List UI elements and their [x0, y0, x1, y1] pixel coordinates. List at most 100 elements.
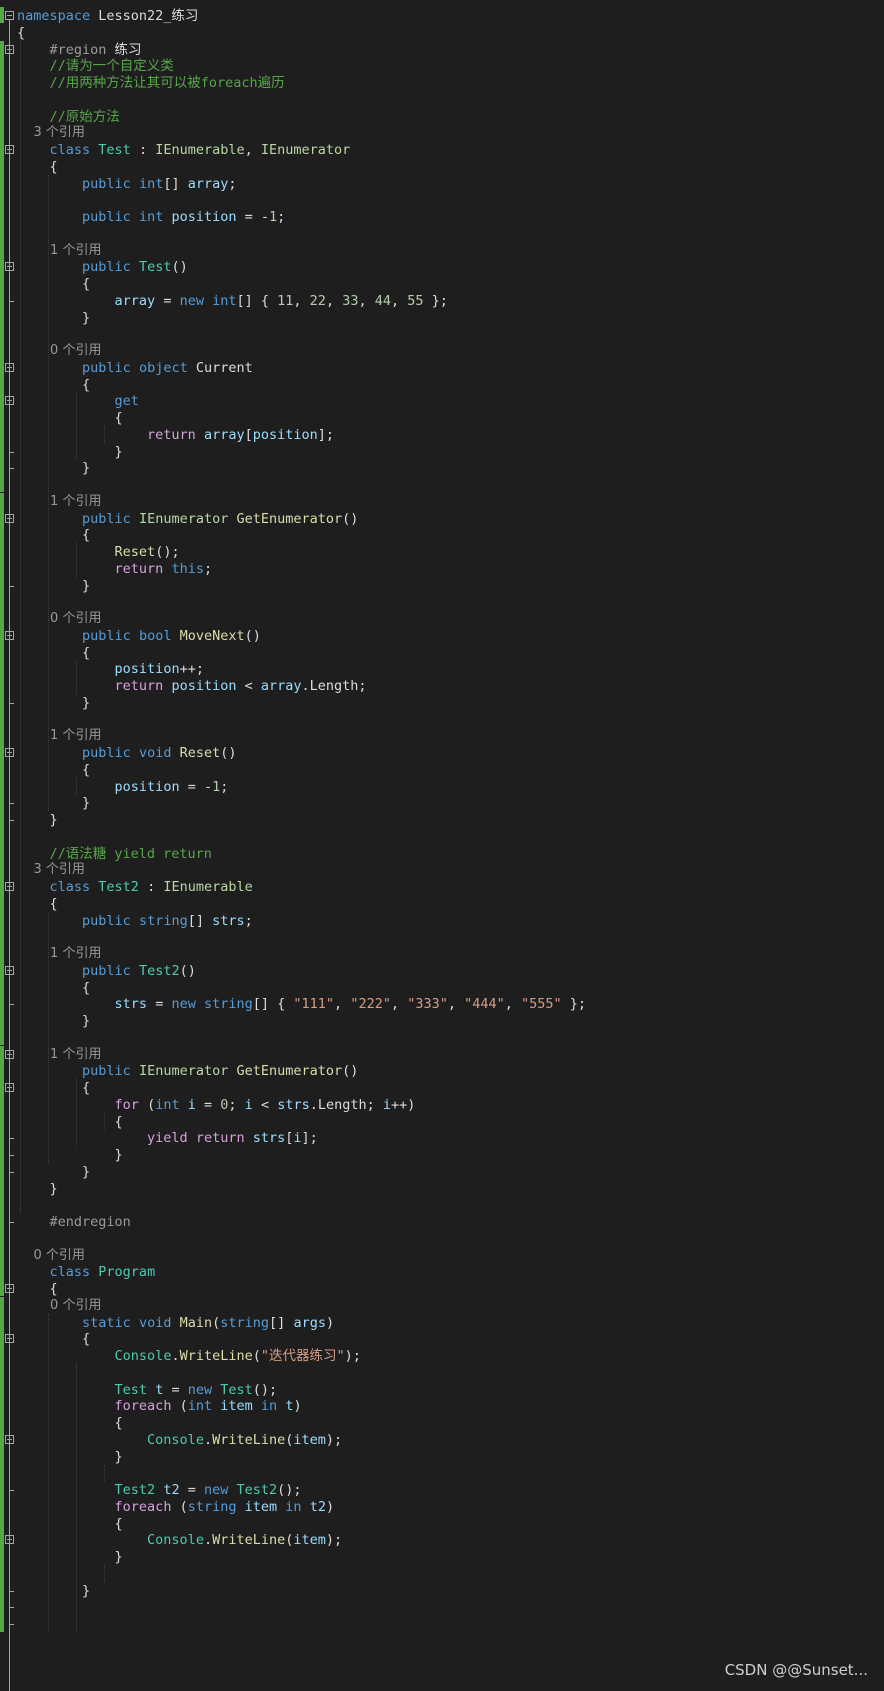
code-line[interactable]: public Test2()	[0, 962, 884, 980]
code-line[interactable]: //请为一个自定义类	[0, 57, 884, 75]
reference-count-lens[interactable]: 3 个引用	[17, 124, 85, 142]
code-line[interactable]: }	[0, 1448, 884, 1466]
code-line[interactable]: Test2 t2 = new Test2();	[0, 1481, 884, 1499]
code-line[interactable]: {	[0, 526, 884, 544]
code-line[interactable]: #region 练习	[0, 41, 884, 59]
code-line[interactable]: public void Reset()	[0, 744, 884, 762]
reference-count-lens[interactable]: 1 个引用	[17, 242, 101, 260]
code-line[interactable]: }	[0, 1180, 884, 1198]
code-line[interactable]: get	[0, 392, 884, 410]
code-line[interactable]: array = new int[] { 11, 22, 33, 44, 55 }…	[0, 292, 884, 310]
code-line[interactable]	[0, 711, 884, 729]
codelens-line[interactable]: 1 个引用	[0, 727, 884, 745]
reference-count-lens[interactable]: 3 个引用	[17, 861, 85, 879]
code-line[interactable]: {	[0, 1414, 884, 1432]
reference-count-lens[interactable]: 1 个引用	[17, 727, 101, 745]
code-line[interactable]	[0, 1230, 884, 1248]
code-line[interactable]: foreach (string item in t2)	[0, 1498, 884, 1516]
code-line[interactable]: Console.WriteLine(item);	[0, 1531, 884, 1549]
codelens-line[interactable]: 0 个引用	[0, 1247, 884, 1265]
code-line[interactable]	[0, 828, 884, 846]
codelens-line[interactable]: 3 个引用	[0, 861, 884, 879]
code-line[interactable]: {	[0, 979, 884, 997]
code-line[interactable]: }	[0, 1548, 884, 1566]
code-line[interactable]: return array[position];	[0, 426, 884, 444]
code-line[interactable]: }	[0, 459, 884, 477]
codelens-line[interactable]: 1 个引用	[0, 945, 884, 963]
code-line[interactable]	[0, 593, 884, 611]
code-line[interactable]: //原始方法	[0, 108, 884, 126]
code-line[interactable]: }	[0, 1146, 884, 1164]
reference-count-lens[interactable]: 1 个引用	[17, 945, 101, 963]
code-line[interactable]	[0, 1364, 884, 1382]
code-line[interactable]: {	[0, 1079, 884, 1097]
code-line[interactable]: {	[0, 158, 884, 176]
reference-count-lens[interactable]: 0 个引用	[17, 1247, 85, 1265]
code-line[interactable]: position++;	[0, 660, 884, 678]
code-line[interactable]	[0, 225, 884, 243]
code-line[interactable]: {	[0, 1280, 884, 1298]
code-line[interactable]: for (int i = 0; i < strs.Length; i++)	[0, 1096, 884, 1114]
codelens-line[interactable]: 0 个引用	[0, 610, 884, 628]
code-line[interactable]: }	[0, 694, 884, 712]
code-line[interactable]: yield return strs[i];	[0, 1129, 884, 1147]
code-line[interactable]: position = -1;	[0, 778, 884, 796]
code-line[interactable]: Console.WriteLine("迭代器练习");	[0, 1347, 884, 1365]
codelens-line[interactable]: 1 个引用	[0, 493, 884, 511]
code-line[interactable]: {	[0, 644, 884, 662]
reference-count-lens[interactable]: 1 个引用	[17, 1046, 101, 1064]
codelens-line[interactable]: 3 个引用	[0, 124, 884, 142]
code-line[interactable]: class Test : IEnumerable, IEnumerator	[0, 141, 884, 159]
code-line[interactable]	[0, 476, 884, 494]
code-line[interactable]: }	[0, 309, 884, 327]
code-line[interactable]: namespace Lesson22_练习	[0, 7, 884, 25]
code-line[interactable]: #endregion	[0, 1213, 884, 1231]
reference-count-lens[interactable]: 1 个引用	[17, 493, 101, 511]
code-line[interactable]: }	[0, 811, 884, 829]
code-line[interactable]: {	[0, 409, 884, 427]
code-line[interactable]: public int position = -1;	[0, 208, 884, 226]
code-line[interactable]: public Test()	[0, 258, 884, 276]
code-line[interactable]: Console.WriteLine(item);	[0, 1431, 884, 1449]
code-line[interactable]	[0, 1464, 884, 1482]
code-line[interactable]: public IEnumerator GetEnumerator()	[0, 1062, 884, 1080]
reference-count-lens[interactable]: 0 个引用	[17, 610, 101, 628]
code-line[interactable]: static void Main(string[] args)	[0, 1314, 884, 1332]
code-line[interactable]: //用两种方法让其可以被foreach遍历	[0, 74, 884, 92]
code-editor[interactable]: namespace Lesson22_练习{ #region 练习 //请为一个…	[0, 0, 884, 1691]
codelens-line[interactable]: 0 个引用	[0, 342, 884, 360]
codelens-line[interactable]: 1 个引用	[0, 1046, 884, 1064]
code-line[interactable]: public bool MoveNext()	[0, 627, 884, 645]
code-line[interactable]: }	[0, 1582, 884, 1600]
code-line[interactable]: public int[] array;	[0, 175, 884, 193]
code-line[interactable]: {	[0, 376, 884, 394]
code-line[interactable]: return position < array.Length;	[0, 677, 884, 695]
code-line[interactable]: }	[0, 794, 884, 812]
code-line[interactable]	[0, 325, 884, 343]
reference-count-lens[interactable]: 0 个引用	[17, 342, 101, 360]
code-line[interactable]: }	[0, 577, 884, 595]
codelens-line[interactable]: 0 个引用	[0, 1297, 884, 1315]
code-line[interactable]	[0, 191, 884, 209]
code-line[interactable]: }	[0, 1012, 884, 1030]
code-line[interactable]	[0, 91, 884, 109]
code-line[interactable]: //语法糖 yield return	[0, 845, 884, 863]
codelens-line[interactable]: 1 个引用	[0, 242, 884, 260]
code-line[interactable]: public IEnumerator GetEnumerator()	[0, 510, 884, 528]
code-line[interactable]	[0, 1565, 884, 1583]
code-line[interactable]: return this;	[0, 560, 884, 578]
code-line[interactable]	[0, 1196, 884, 1214]
code-line[interactable]: {	[0, 275, 884, 293]
code-line[interactable]: {	[0, 24, 884, 42]
code-line[interactable]: {	[0, 1113, 884, 1131]
code-line[interactable]: public object Current	[0, 359, 884, 377]
reference-count-lens[interactable]: 0 个引用	[17, 1297, 101, 1315]
code-line[interactable]: {	[0, 761, 884, 779]
code-line[interactable]: {	[0, 895, 884, 913]
code-line[interactable]: }	[0, 443, 884, 461]
code-line[interactable]: {	[0, 1330, 884, 1348]
code-line[interactable]	[0, 1029, 884, 1047]
code-line[interactable]: class Program	[0, 1263, 884, 1281]
code-line[interactable]: public string[] strs;	[0, 912, 884, 930]
code-line[interactable]: class Test2 : IEnumerable	[0, 878, 884, 896]
